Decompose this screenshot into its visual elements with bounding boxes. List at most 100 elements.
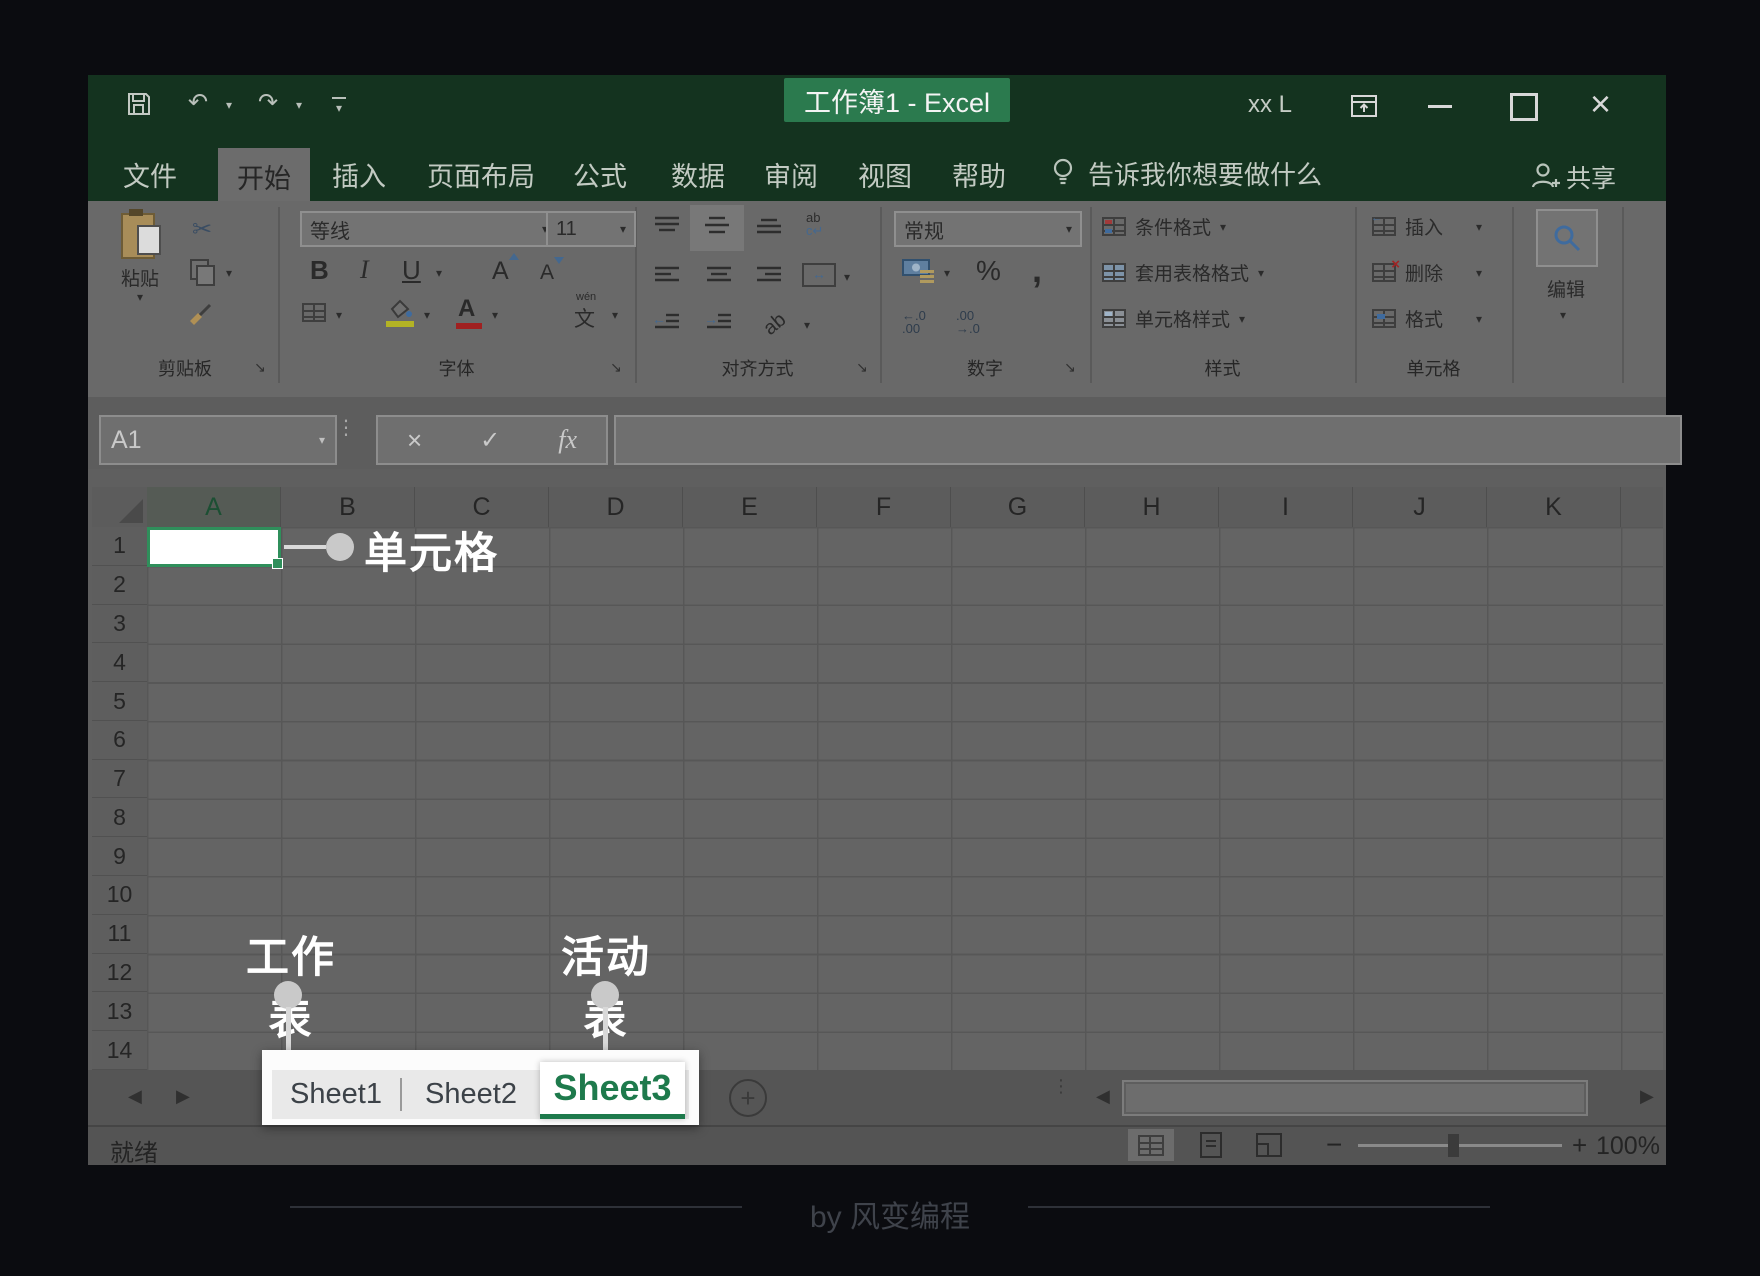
clipboard-dialog-launcher-icon[interactable]: ↘: [254, 359, 266, 376]
merge-caret-icon[interactable]: ▾: [844, 271, 850, 283]
sheet-tab-sheet2[interactable]: Sheet2: [402, 1070, 540, 1119]
row-header[interactable]: 1: [92, 527, 147, 566]
tab-insert[interactable]: 插入: [332, 155, 386, 194]
row-header[interactable]: 12: [92, 954, 147, 993]
font-size-select[interactable]: 11 ▾: [546, 211, 636, 247]
insert-function-icon[interactable]: fx: [558, 425, 577, 455]
column-header[interactable]: E: [683, 487, 817, 527]
row-header[interactable]: 6: [92, 721, 147, 760]
tab-view[interactable]: 视图: [858, 155, 912, 194]
ribbon-display-options-icon[interactable]: [1350, 93, 1378, 119]
tab-file[interactable]: 文件: [123, 155, 177, 194]
column-header-partial[interactable]: [1621, 487, 1663, 527]
merge-center-icon[interactable]: ↔: [802, 263, 836, 287]
row-header[interactable]: 13: [92, 992, 147, 1031]
sheet-nav-left-icon[interactable]: ◀: [128, 1086, 142, 1107]
maximize-button[interactable]: [1510, 93, 1538, 121]
decrease-font-button[interactable]: A: [540, 261, 554, 285]
formula-input[interactable]: [614, 415, 1682, 465]
name-box[interactable]: A1 ▾: [99, 415, 337, 465]
undo-icon[interactable]: ↶: [188, 91, 208, 115]
qat-customize-icon[interactable]: ▾: [332, 97, 346, 117]
phonetic-guide-button[interactable]: wén 文: [574, 303, 595, 333]
number-dialog-launcher-icon[interactable]: ↘: [1064, 359, 1076, 376]
hscroll-right-icon[interactable]: ▶: [1640, 1086, 1654, 1107]
alignment-dialog-launcher-icon[interactable]: ↘: [856, 359, 868, 376]
select-all-button[interactable]: [92, 487, 149, 529]
sheet-tab-sheet3-active[interactable]: Sheet3: [540, 1062, 685, 1119]
sheet-nav-right-icon[interactable]: ▶: [176, 1086, 190, 1107]
undo-caret-icon[interactable]: ▾: [226, 99, 232, 111]
zoom-out-icon[interactable]: −: [1326, 1129, 1342, 1161]
row-header[interactable]: 8: [92, 798, 147, 837]
row-header[interactable]: 3: [92, 605, 147, 644]
tell-me-search[interactable]: 告诉我你想要做什么: [1088, 155, 1322, 192]
orientation-button[interactable]: ab: [759, 309, 791, 341]
delete-cells-button[interactable]: × 删除 ▾: [1372, 259, 1482, 286]
tab-data[interactable]: 数据: [671, 155, 725, 194]
insert-cells-button[interactable]: ← 插入 ▾: [1372, 213, 1482, 240]
underline-button[interactable]: U: [402, 255, 421, 286]
format-cells-button[interactable]: 格式 ▾: [1372, 305, 1482, 332]
editing-caret-icon[interactable]: ▾: [1560, 309, 1566, 321]
column-header[interactable]: D: [549, 487, 683, 527]
increase-indent-icon[interactable]: →: [706, 311, 732, 333]
column-header[interactable]: K: [1487, 487, 1621, 527]
tabstrip-grip-icon[interactable]: ⋮: [1052, 1082, 1070, 1091]
column-header[interactable]: G: [951, 487, 1085, 527]
tab-help[interactable]: 帮助: [952, 155, 1006, 194]
formula-bar-grip-icon[interactable]: ⋮: [336, 423, 356, 433]
font-color-icon[interactable]: A: [458, 295, 475, 323]
user-account-label[interactable]: xx L: [1248, 91, 1292, 119]
conditional-formatting-button[interactable]: 条件格式 ▾: [1102, 213, 1226, 240]
new-sheet-button[interactable]: +: [729, 1079, 767, 1117]
borders-caret-icon[interactable]: ▾: [336, 309, 342, 321]
row-header[interactable]: 10: [92, 876, 147, 915]
row-header[interactable]: 7: [92, 760, 147, 799]
align-left-icon[interactable]: [654, 265, 680, 285]
currency-caret-icon[interactable]: ▾: [944, 267, 950, 279]
redo-caret-icon[interactable]: ▾: [296, 99, 302, 111]
column-header[interactable]: F: [817, 487, 951, 527]
font-color-caret-icon[interactable]: ▾: [492, 309, 498, 321]
row-header[interactable]: 14: [92, 1031, 147, 1070]
fill-color-icon[interactable]: [384, 297, 414, 321]
tab-review[interactable]: 审阅: [764, 155, 818, 194]
cells-area[interactable]: [147, 527, 1663, 1070]
view-normal-button[interactable]: [1128, 1129, 1174, 1161]
column-header[interactable]: J: [1353, 487, 1487, 527]
hscroll-left-icon[interactable]: ◀: [1096, 1086, 1110, 1107]
zoom-level-label[interactable]: 100%: [1596, 1132, 1658, 1161]
cut-icon[interactable]: ✂: [192, 215, 212, 244]
column-header[interactable]: H: [1085, 487, 1219, 527]
increase-font-button[interactable]: A: [492, 257, 509, 286]
minimize-button[interactable]: [1428, 105, 1452, 108]
cell-styles-button[interactable]: 单元格样式 ▾: [1102, 305, 1245, 332]
percent-style-button[interactable]: %: [976, 255, 1001, 287]
find-select-button[interactable]: [1536, 209, 1598, 267]
confirm-entry-icon[interactable]: ✓: [480, 426, 500, 455]
decrease-indent-icon[interactable]: ←: [654, 311, 680, 333]
hscrollbar-thumb[interactable]: [1126, 1084, 1584, 1112]
redo-icon[interactable]: ↷: [258, 91, 278, 115]
copy-caret-icon[interactable]: ▾: [226, 267, 232, 279]
close-button[interactable]: ×: [1590, 83, 1611, 125]
share-button[interactable]: 共享: [1566, 159, 1616, 195]
row-header[interactable]: 5: [92, 682, 147, 721]
top-align-icon[interactable]: [654, 215, 680, 235]
font-name-select[interactable]: 等线 ▾: [300, 211, 558, 247]
paste-button[interactable]: 粘贴 ▾: [104, 209, 176, 303]
currency-icon[interactable]: [902, 257, 936, 285]
selected-cell-a1[interactable]: [147, 527, 281, 567]
view-page-break-button[interactable]: [1246, 1129, 1292, 1161]
increase-decimal-button[interactable]: ←.0.00: [902, 309, 926, 335]
phonetic-caret-icon[interactable]: ▾: [612, 309, 618, 321]
comma-style-button[interactable]: ,: [1032, 249, 1042, 291]
column-header-a[interactable]: A: [147, 487, 281, 527]
zoom-slider-track[interactable]: [1358, 1144, 1562, 1147]
middle-align-icon[interactable]: [704, 215, 730, 235]
tab-home[interactable]: 开始: [218, 148, 310, 201]
format-as-table-button[interactable]: 套用表格格式 ▾: [1102, 259, 1264, 286]
row-header[interactable]: 4: [92, 643, 147, 682]
row-header[interactable]: 2: [92, 566, 147, 605]
